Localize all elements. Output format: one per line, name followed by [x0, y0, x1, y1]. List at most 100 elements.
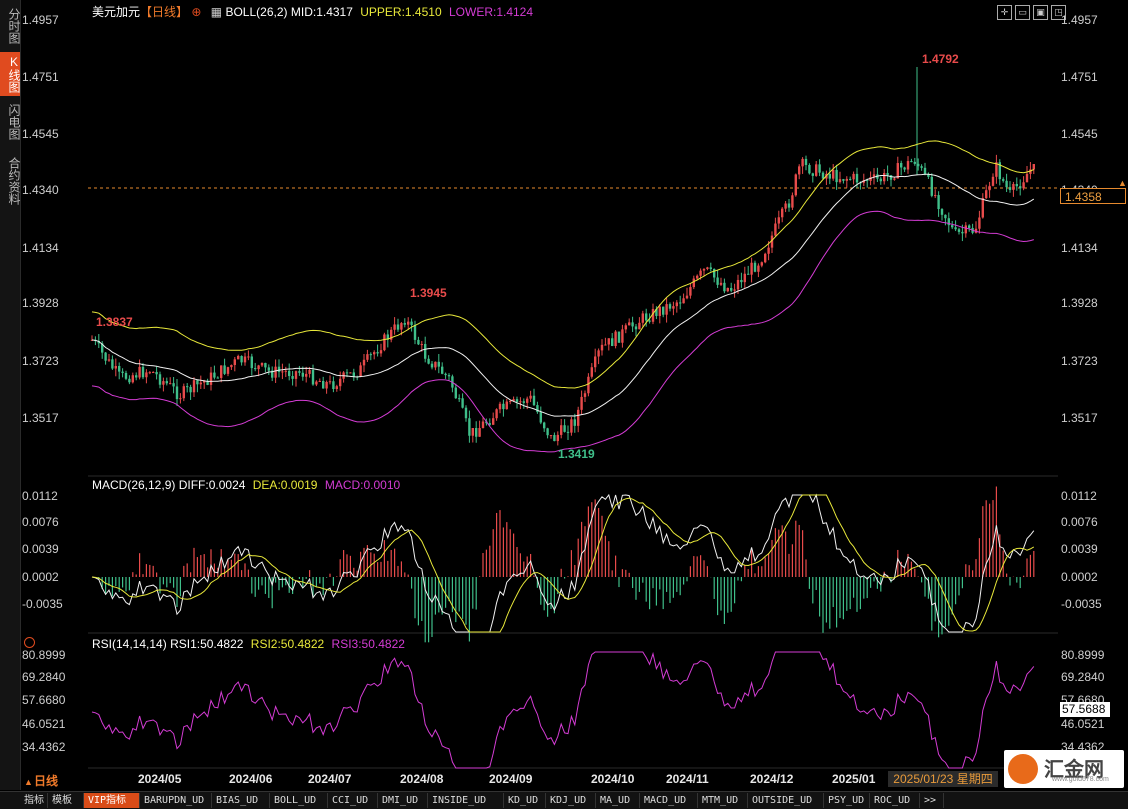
candle-body	[213, 372, 216, 378]
candle-body	[277, 366, 281, 372]
bottom-tab[interactable]: MA_UD	[596, 793, 640, 808]
bottom-tab[interactable]: INSIDE_UD	[428, 793, 504, 808]
candle-body	[352, 372, 355, 377]
candle-body	[495, 409, 498, 419]
bottom-tab[interactable]: CCI_UD	[328, 793, 378, 808]
candle-body	[226, 367, 230, 374]
label-low-a: 1.3419	[558, 447, 595, 461]
candle-body	[526, 398, 529, 403]
candle-body	[434, 361, 437, 368]
candle-body	[934, 195, 937, 197]
candle-body	[985, 190, 988, 199]
candle-body	[961, 231, 964, 234]
candle-body	[332, 381, 335, 390]
candle-body	[621, 329, 624, 343]
candle-body	[733, 289, 736, 291]
candle-body	[923, 167, 927, 175]
candle-body	[420, 344, 423, 346]
candle-body	[832, 169, 835, 179]
candle-body	[515, 399, 519, 402]
candle-body	[679, 302, 682, 304]
candle-body	[604, 344, 607, 346]
candle-body	[237, 355, 240, 360]
candle-body	[1022, 182, 1025, 189]
candle-body	[753, 262, 757, 272]
candle-body	[413, 324, 417, 340]
candle-body	[587, 376, 590, 394]
candle-body	[600, 344, 604, 351]
candle-body	[189, 386, 192, 393]
candle-body	[172, 383, 175, 387]
candle-body	[896, 163, 899, 179]
candle-body	[1002, 179, 1005, 181]
candle-body	[274, 366, 277, 378]
candle-body	[781, 208, 784, 218]
candle-body	[757, 265, 760, 272]
candle-body	[730, 288, 733, 291]
candle-body	[794, 174, 797, 196]
candle-body	[787, 203, 791, 208]
candle-body	[1032, 164, 1035, 170]
bottom-tab[interactable]: BIAS_UD	[212, 793, 270, 808]
chart-canvas[interactable]: 1.3837 1.3945 1.3419 1.4792	[0, 0, 1128, 790]
label-high-c: 1.4792	[922, 52, 959, 66]
candle-body	[505, 401, 508, 410]
candle-body	[138, 366, 141, 378]
candle-body	[1012, 184, 1015, 190]
candle-body	[658, 306, 661, 316]
bottom-tab[interactable]: 模板	[48, 793, 84, 808]
bottom-tab[interactable]: MTM_UD	[698, 793, 748, 808]
candle-body	[692, 278, 695, 288]
bottom-tab[interactable]: PSY_UD	[824, 793, 870, 808]
period-footer-label: 日线	[34, 774, 59, 788]
macd-histogram	[94, 486, 1035, 643]
bottom-tab[interactable]: 指标	[20, 793, 48, 808]
bottom-tab[interactable]: BOLL_UD	[270, 793, 328, 808]
candle-body	[821, 172, 825, 179]
rsi-line	[91, 651, 1035, 769]
period-arrow-icon[interactable]: ▲	[24, 777, 33, 787]
candle-body	[1025, 173, 1029, 183]
candle-body	[634, 326, 638, 330]
candle-body	[264, 362, 267, 368]
bottom-tab[interactable]: VIP指标	[84, 793, 140, 808]
candle-body	[835, 169, 838, 183]
candle-body	[175, 386, 179, 400]
candle-body	[611, 338, 614, 347]
candle-body	[570, 419, 573, 433]
bottom-tab[interactable]: DMI_UD	[378, 793, 428, 808]
candle-body	[913, 161, 916, 164]
candle-body	[169, 383, 172, 385]
candle-body	[379, 350, 383, 354]
candle-body	[373, 352, 376, 355]
candle-body	[828, 173, 831, 179]
candle-body	[254, 368, 257, 370]
candle-body	[706, 267, 709, 269]
candle-body	[628, 322, 631, 326]
candle-body	[216, 377, 219, 379]
candle-body	[740, 279, 743, 283]
candle-body	[719, 282, 723, 285]
bottom-tab[interactable]: MACD_UD	[640, 793, 698, 808]
bottom-tab[interactable]: >>	[920, 793, 944, 808]
bottom-tab[interactable]: OUTSIDE_UD	[748, 793, 824, 808]
candle-body	[396, 324, 400, 330]
candle-body	[1019, 186, 1022, 189]
candle-body	[145, 372, 148, 378]
candle-body	[182, 386, 185, 399]
bottom-tab[interactable]: KDJ_UD	[546, 793, 596, 808]
label-high-a: 1.3837	[96, 315, 133, 329]
candle-body	[186, 386, 189, 388]
candle-body	[815, 164, 818, 176]
bottom-tab[interactable]: KD_UD	[504, 793, 546, 808]
bottom-tab[interactable]: BARUPDN_UD	[140, 793, 212, 808]
candle-body	[791, 195, 794, 208]
candle-body	[801, 158, 804, 167]
candle-body	[764, 253, 767, 263]
macd-diff-line	[91, 493, 1035, 633]
candle-body	[328, 381, 332, 383]
x-axis-label: 2024/08	[400, 772, 444, 786]
candle-body	[447, 375, 451, 377]
bottom-tab[interactable]: ROC_UD	[870, 793, 920, 808]
candle-body	[566, 431, 570, 433]
